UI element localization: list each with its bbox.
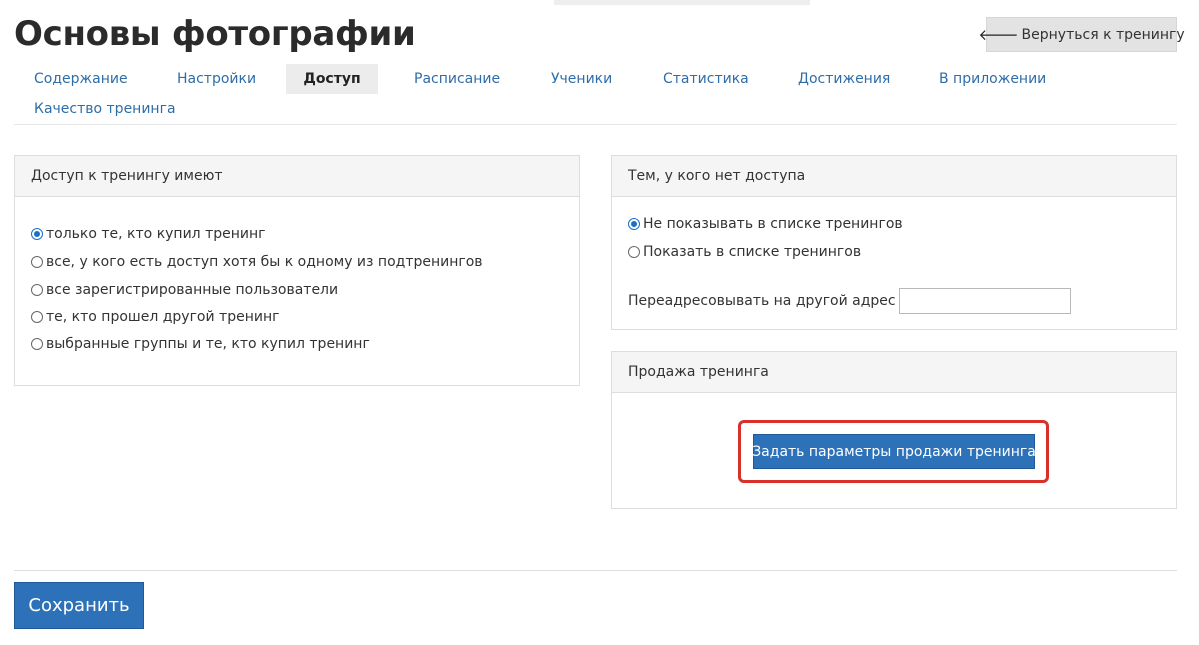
radio-unchecked-icon[interactable] <box>31 256 43 268</box>
redirect-row: Переадресовывать на другой адрес <box>628 288 1071 314</box>
radio-unchecked-icon[interactable] <box>31 311 43 323</box>
arrow-left-icon: 🡐 <box>978 26 1019 44</box>
radio-unchecked-icon[interactable] <box>31 284 43 296</box>
redirect-label: Переадресовывать на другой адрес <box>628 293 896 309</box>
top-strip <box>554 0 810 5</box>
access-option-label: только те, кто купил тренинг <box>46 226 266 242</box>
tab-students[interactable]: Ученики <box>551 64 612 94</box>
back-button-label: Вернуться к тренингу <box>1021 26 1185 43</box>
tab-access[interactable]: Доступ <box>286 64 378 94</box>
tab-statistics[interactable]: Статистика <box>663 64 749 94</box>
access-option-subtraining[interactable]: все, у кого есть доступ хотя бы к одному… <box>31 254 483 270</box>
access-option-purchased[interactable]: только те, кто купил тренинг <box>31 226 266 242</box>
access-option-label: все, у кого есть доступ хотя бы к одному… <box>46 254 483 270</box>
no-access-panel: Тем, у кого нет доступа Не показывать в … <box>611 155 1177 330</box>
no-access-option-show[interactable]: Показать в списке тренингов <box>628 244 861 260</box>
tab-achievements[interactable]: Достижения <box>798 64 890 94</box>
tab-in-app[interactable]: В приложении <box>939 64 1046 94</box>
tab-content[interactable]: Содержание <box>34 64 128 94</box>
set-sale-params-button[interactable]: Задать параметры продажи тренинга <box>752 434 1036 469</box>
access-option-other-training[interactable]: те, кто прошел другой тренинг <box>31 309 279 325</box>
no-access-option-hide[interactable]: Не показывать в списке тренингов <box>628 216 903 232</box>
access-panel: Доступ к тренингу имеют только те, кто к… <box>14 155 580 386</box>
access-option-groups[interactable]: выбранные группы и те, кто купил тренинг <box>31 336 370 352</box>
access-option-label: те, кто прошел другой тренинг <box>46 309 280 325</box>
no-access-option-label: Не показывать в списке тренингов <box>643 216 903 232</box>
tab-schedule[interactable]: Расписание <box>414 64 500 94</box>
no-access-panel-title: Тем, у кого нет доступа <box>612 156 1176 197</box>
save-button[interactable]: Сохранить <box>14 582 144 629</box>
redirect-url-input[interactable] <box>898 288 1071 314</box>
radio-checked-icon[interactable] <box>628 218 640 230</box>
back-to-training-button[interactable]: 🡐 Вернуться к тренингу <box>978 17 1185 52</box>
radio-unchecked-icon[interactable] <box>628 246 640 258</box>
no-access-option-label: Показать в списке тренингов <box>643 244 862 260</box>
sale-panel: Продажа тренинга Задать параметры продаж… <box>611 351 1177 509</box>
tabs-divider <box>14 124 1177 125</box>
sale-panel-body: Задать параметры продажи тренинга <box>612 393 1176 509</box>
tab-settings[interactable]: Настройки <box>177 64 256 94</box>
access-panel-title: Доступ к тренингу имеют <box>15 156 579 197</box>
access-option-registered[interactable]: все зарегистрированные пользователи <box>31 282 338 298</box>
tab-training-quality[interactable]: Качество тренинга <box>34 94 176 124</box>
footer-divider <box>14 570 1177 571</box>
radio-unchecked-icon[interactable] <box>31 338 43 350</box>
access-option-label: все зарегистрированные пользователи <box>46 282 339 298</box>
sale-panel-title: Продажа тренинга <box>612 352 1176 393</box>
page-title: Основы фотографии <box>14 14 416 54</box>
access-option-label: выбранные группы и те, кто купил тренинг <box>46 336 370 352</box>
radio-checked-icon[interactable] <box>31 228 43 240</box>
